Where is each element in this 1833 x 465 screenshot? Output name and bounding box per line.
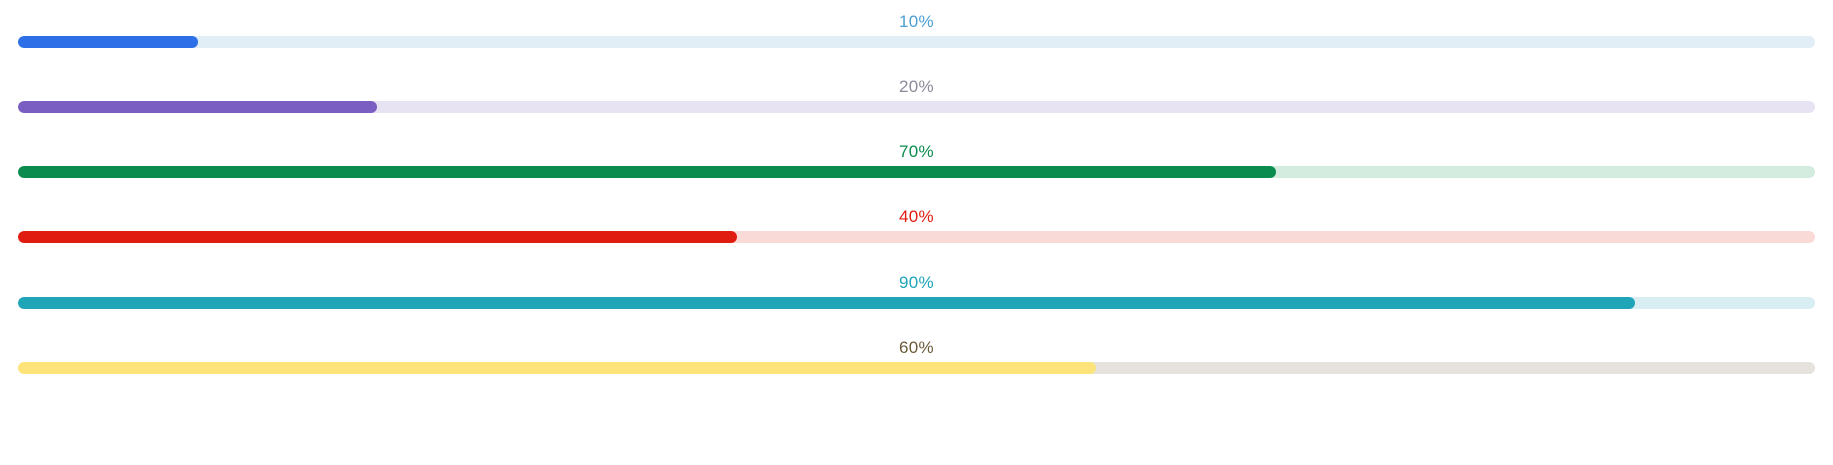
progress-fill — [18, 166, 1276, 178]
progress-bar-20: 20% — [0, 77, 1833, 117]
progress-bar-90: 90% — [0, 273, 1833, 313]
progress-label: 90% — [899, 273, 934, 292]
progress-track — [18, 231, 1815, 243]
progress-label: 70% — [899, 142, 934, 161]
progress-label: 10% — [899, 12, 934, 31]
progress-bar-60: 60% — [0, 338, 1833, 378]
progress-bar-40: 40% — [0, 207, 1833, 247]
progress-track — [18, 101, 1815, 113]
progress-track — [18, 36, 1815, 48]
progress-fill — [18, 36, 198, 48]
progress-bar-70: 70% — [0, 142, 1833, 182]
progress-bar-10: 10% — [0, 12, 1833, 52]
progress-fill — [18, 297, 1636, 309]
progress-label: 60% — [899, 338, 934, 357]
progress-track — [18, 297, 1815, 309]
progress-label: 40% — [899, 207, 934, 226]
progress-label: 20% — [899, 77, 934, 96]
progress-fill — [18, 231, 737, 243]
progress-fill — [18, 362, 1097, 374]
progress-track — [18, 166, 1815, 178]
progress-track — [18, 362, 1815, 374]
progress-bar-list: 10% 20% 70% 40% 90% 60% — [0, 0, 1833, 465]
progress-fill — [18, 101, 378, 113]
